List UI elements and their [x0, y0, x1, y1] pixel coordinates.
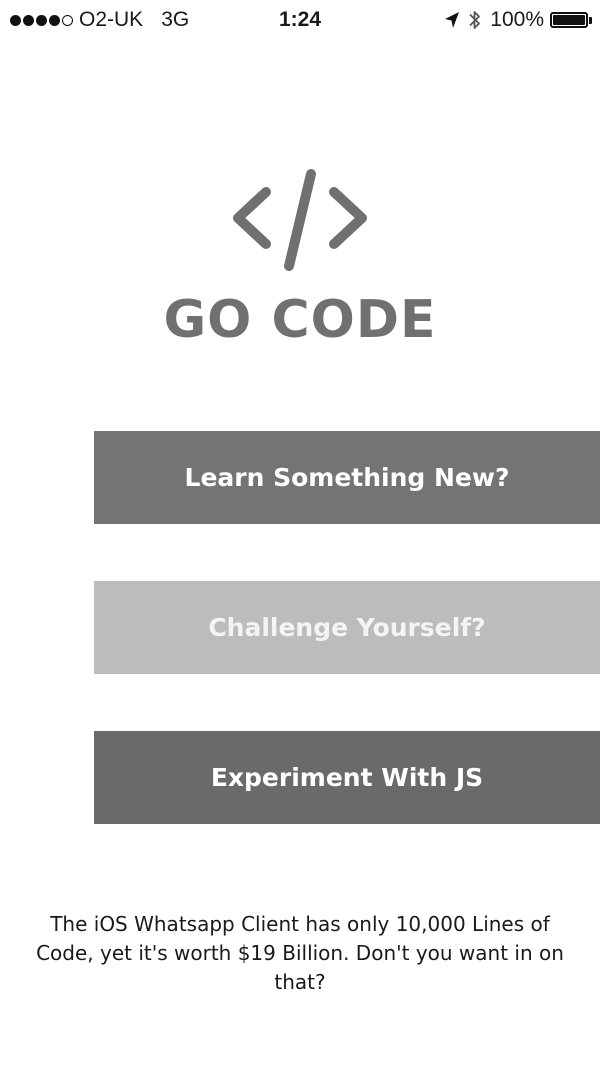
experiment-button-label: Experiment With JS	[210, 763, 484, 792]
bluetooth-icon	[468, 8, 482, 32]
code-brackets-icon	[228, 168, 372, 272]
status-right: 100%	[444, 6, 592, 34]
status-bar: O2-UK 3G 1:24 100%	[0, 0, 600, 40]
learn-something-new-button[interactable]: Learn Something New?	[94, 431, 600, 524]
battery-fill	[553, 15, 585, 25]
learn-button-label: Learn Something New?	[184, 463, 510, 492]
footer-message: The iOS Whatsapp Client has only 10,000 …	[36, 912, 564, 994]
battery-tip	[589, 16, 592, 24]
challenge-yourself-button[interactable]: Challenge Yourself?	[94, 581, 600, 674]
challenge-button-label: Challenge Yourself?	[208, 613, 486, 642]
battery-icon	[550, 12, 588, 28]
battery-percentage: 100%	[490, 8, 544, 31]
location-arrow-icon	[444, 11, 460, 29]
app-title: GO CODE	[163, 290, 437, 350]
experiment-with-js-button[interactable]: Experiment With JS	[94, 731, 600, 824]
